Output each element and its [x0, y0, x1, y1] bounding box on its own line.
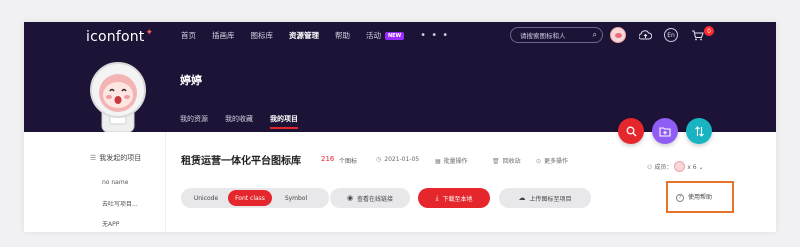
header-hero: iconfont✦ 首页 插画库 图标库 资源管理 帮助 活动 NEW • • •… [24, 22, 776, 133]
nav-item-icon-library[interactable]: 图标库 [251, 30, 274, 42]
nav-item-resource-management[interactable]: 资源管理 [289, 30, 319, 42]
usage-help-label: 使用帮助 [688, 194, 713, 201]
batch-icon: ▦ [435, 158, 441, 165]
profile-tabs: 我的资源 我的收藏 我的项目 [180, 114, 315, 129]
format-unicode[interactable]: Unicode [185, 190, 227, 206]
profile-name: 婷婷 [180, 74, 202, 87]
format-switcher: Unicode Font class Symbol [181, 188, 329, 208]
recycle-bin-button[interactable]: 🗑 回收站 [492, 156, 521, 165]
tab-my-favorites[interactable]: 我的收藏 [225, 114, 253, 124]
nav-item-home[interactable]: 首页 [181, 30, 196, 42]
logo-star-icon: ✦ [145, 28, 154, 38]
project-title: 租赁运营一体化平台图标库 [181, 156, 301, 167]
sidebar-heading: ☰ 我发起的项目 [90, 154, 142, 162]
profile-avatar [86, 60, 150, 133]
members-count: x 6 [687, 164, 697, 171]
iconfont-logo[interactable]: iconfont✦ [86, 28, 154, 45]
more-menu-icon[interactable]: • • • [420, 30, 449, 42]
cart-icon[interactable] [689, 27, 705, 43]
sidebar-item-project-2[interactable]: 去吐写项目... [102, 199, 138, 208]
app-frame: iconfont✦ 首页 插画库 图标库 资源管理 帮助 活动 NEW • • •… [24, 22, 776, 232]
sidebar-item-no-name[interactable]: no name [102, 179, 128, 186]
user-avatar[interactable] [610, 27, 626, 43]
upload-cloud-icon[interactable] [637, 27, 653, 43]
nav-item-illustrations[interactable]: 插画库 [212, 30, 235, 42]
download-icon: ⤓ [435, 193, 439, 202]
eye-icon: ◉ [346, 194, 354, 202]
help-circle-icon: ? [676, 194, 684, 202]
project-sidebar: ☰ 我发起的项目 no name 去吐写项目... 无APP [74, 132, 166, 232]
icon-count-label: 个图标 [339, 158, 358, 165]
nav-item-activity[interactable]: 活动 NEW [366, 30, 405, 42]
upload-icon: ☁ [518, 194, 526, 202]
clock-icon: ◷ [376, 156, 382, 163]
upload-icons-button[interactable]: ☁ 上传图标至项目 [499, 188, 591, 208]
download-local-button[interactable]: ⤓ 下载至本地 [418, 188, 490, 208]
format-font-class[interactable]: Font class [228, 190, 272, 206]
more-circle-icon: ⊙ [536, 158, 542, 165]
nav-item-help[interactable]: 帮助 [335, 30, 350, 42]
list-icon: ☰ [90, 154, 97, 162]
format-symbol[interactable]: Symbol [274, 190, 318, 206]
icon-count: 216 [321, 155, 335, 163]
usage-help-button[interactable]: ? 使用帮助 [666, 181, 734, 213]
sort-button[interactable] [686, 118, 712, 144]
top-nav: 首页 插画库 图标库 资源管理 帮助 活动 NEW • • • [181, 30, 449, 42]
member-icon: ⚇ [647, 164, 653, 171]
view-online-link-button[interactable]: ◉ 查看在线链接 [330, 188, 410, 208]
project-date: ◷ 2021-01-05 [376, 156, 420, 163]
more-operations-button[interactable]: ⊙ 更多操作 [536, 156, 568, 165]
new-badge: NEW [385, 32, 405, 40]
new-folder-button[interactable] [652, 118, 678, 144]
tab-my-resources[interactable]: 我的资源 [180, 114, 208, 124]
chevron-down-icon: ⌄ [698, 164, 704, 171]
member-avatar [674, 161, 686, 172]
search-placeholder: 请搜索图标和人 [520, 32, 566, 40]
trash-icon: 🗑 [492, 158, 500, 165]
search-input[interactable]: 请搜索图标和人 ⌕ [510, 27, 603, 43]
members-indicator[interactable]: ⚇ 成员： x 6 ⌄ [647, 161, 704, 172]
sidebar-item-app[interactable]: 无APP [102, 219, 119, 228]
cart-count-badge: 0 [704, 26, 714, 36]
batch-operation-button[interactable]: ▦ 批量操作 [435, 156, 468, 165]
search-icon[interactable]: ⌕ [593, 30, 597, 40]
language-switch[interactable]: En [664, 28, 678, 42]
tab-my-projects[interactable]: 我的项目 [270, 114, 298, 129]
search-project-button[interactable] [618, 118, 644, 144]
